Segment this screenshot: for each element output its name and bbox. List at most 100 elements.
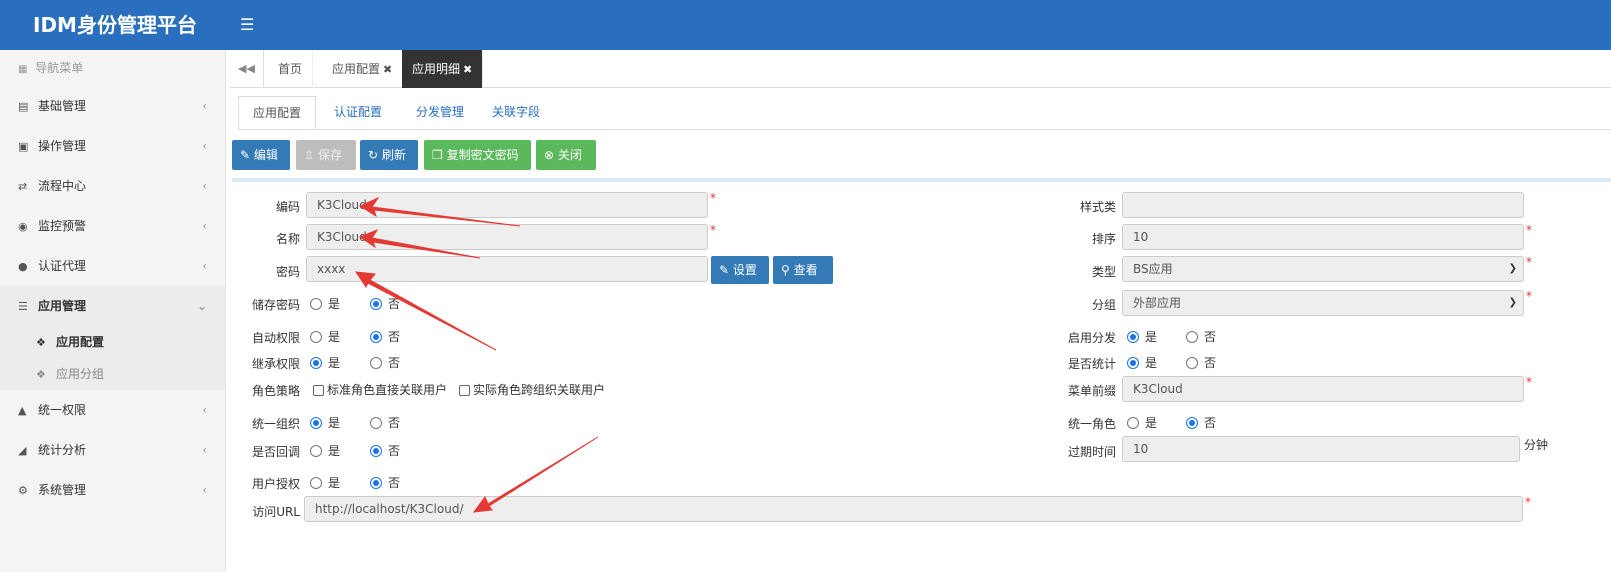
required-mark: * xyxy=(1526,375,1532,389)
statistics-label: 是否统计 xyxy=(1067,357,1116,371)
expire-time-field[interactable]: 10 xyxy=(1122,436,1520,462)
name-field[interactable]: K3Cloud xyxy=(306,224,708,250)
role-strategy-standard-checkbox[interactable]: 标准角色直接关联用户 xyxy=(313,382,447,398)
copy-cipher-password-button[interactable]: ❐ 复制密文密码 xyxy=(424,140,531,170)
sidebar-item-workflow[interactable]: ⇄ 流程中心 ‹ xyxy=(0,166,225,206)
menu-prefix-field[interactable]: K3Cloud xyxy=(1122,376,1524,402)
callback-no-radio[interactable]: 否 xyxy=(370,443,400,459)
eye-icon: ◉ xyxy=(18,220,28,233)
required-mark: * xyxy=(710,191,716,205)
copy-icon: ❐ xyxy=(432,148,447,162)
chevron-left-icon: ‹ xyxy=(202,99,207,113)
sidebar-item-auth-proxy[interactable]: ● 认证代理 ‹ xyxy=(0,246,225,286)
group-label: 分组 xyxy=(1091,298,1116,312)
sidebar-item-permission[interactable]: ▲ 统一权限 ‹ xyxy=(0,390,225,430)
code-field[interactable]: K3Cloud xyxy=(306,192,708,218)
unified-role-yes-radio[interactable]: 是 xyxy=(1127,415,1157,431)
cogs-icon: ⚙ xyxy=(18,484,28,497)
chart-icon: ◢ xyxy=(18,444,27,457)
set-password-button[interactable]: ✎ 设置 xyxy=(711,256,769,284)
close-icon[interactable]: ✖ xyxy=(383,63,392,76)
role-strategy-cross-org-checkbox[interactable]: 实际角色跨组织关联用户 xyxy=(459,382,605,398)
enable-distribution-yes-radio[interactable]: 是 xyxy=(1127,329,1157,345)
chevron-left-icon: ‹ xyxy=(202,443,207,457)
shuffle-icon: ⇄ xyxy=(18,180,28,193)
app-title: IDM身份管理平台 xyxy=(0,0,230,50)
refresh-button[interactable]: ↻ 刷新 xyxy=(360,140,418,170)
role-strategy-label: 角色策略 xyxy=(251,384,300,398)
edit-button[interactable]: ✎ 编辑 xyxy=(232,140,290,170)
sidebar-item-app-management[interactable]: ☰ 应用管理 ⌄ xyxy=(0,286,225,326)
chevron-left-icon: ‹ xyxy=(202,483,207,497)
tab-auth-config[interactable]: 认证配置 xyxy=(320,96,396,130)
hamburger-icon[interactable]: ☰ xyxy=(240,15,254,35)
unified-org-yes-radio[interactable]: 是 xyxy=(310,415,340,431)
refresh-icon: ↻ xyxy=(368,148,382,162)
auto-permission-no-radio[interactable]: 否 xyxy=(370,329,400,345)
inherit-permission-no-radio[interactable]: 否 xyxy=(370,355,400,371)
expire-time-label: 过期时间 xyxy=(1067,445,1116,459)
user-auth-yes-radio[interactable]: 是 xyxy=(310,475,340,491)
tab-related-fields[interactable]: 关联字段 xyxy=(478,96,554,130)
user-auth-no-radio[interactable]: 否 xyxy=(370,475,400,491)
inherit-permission-label: 继承权限 xyxy=(251,357,300,371)
sidebar-item-monitor[interactable]: ◉ 监控预警 ‹ xyxy=(0,206,225,246)
style-class-field[interactable] xyxy=(1122,192,1524,218)
store-password-yes-radio[interactable]: 是 xyxy=(310,296,340,312)
chevron-down-icon: ❯ xyxy=(1508,263,1517,274)
url-label: 访问URL xyxy=(252,505,300,519)
sidebar-item-operation[interactable]: ▣ 操作管理 ‹ xyxy=(0,126,225,166)
users-icon: ● xyxy=(18,260,28,273)
tab-app-config[interactable]: 应用配置 ✖ xyxy=(322,50,404,88)
tab-app-config-detail[interactable]: 应用配置 xyxy=(238,96,317,130)
enable-distribution-no-radio[interactable]: 否 xyxy=(1186,329,1216,345)
auto-permission-yes-radio[interactable]: 是 xyxy=(310,329,340,345)
leaf-icon: ❖ xyxy=(36,368,46,381)
tab-divider xyxy=(238,129,1611,130)
page-tab-bar: ◀◀ 首页 应用配置 ✖ 应用明细 ✖ xyxy=(230,50,1611,88)
tab-app-detail[interactable]: 应用明细 ✖ xyxy=(402,50,484,88)
required-mark: * xyxy=(1526,289,1532,303)
store-password-no-radio[interactable]: 否 xyxy=(370,296,400,312)
sidebar-item-statistics[interactable]: ◢ 统计分析 ‹ xyxy=(0,430,225,470)
statistics-no-radio[interactable]: 否 xyxy=(1186,355,1216,371)
grid-icon: ▦ xyxy=(18,64,28,75)
sidebar-item-basic[interactable]: ▤ 基础管理 ‹ xyxy=(0,86,225,126)
sort-field[interactable]: 10 xyxy=(1122,224,1524,250)
chevron-left-icon: ‹ xyxy=(202,403,207,417)
sort-label: 排序 xyxy=(1091,232,1116,246)
required-mark: * xyxy=(1526,255,1532,269)
callback-yes-radio[interactable]: 是 xyxy=(310,443,340,459)
statistics-yes-radio[interactable]: 是 xyxy=(1127,355,1157,371)
auto-permission-label: 自动权限 xyxy=(251,331,300,345)
sidebar-item-system[interactable]: ⚙ 系统管理 ‹ xyxy=(0,470,225,510)
inherit-permission-yes-radio[interactable]: 是 xyxy=(310,355,340,371)
type-select[interactable]: BS应用 ❯ xyxy=(1122,256,1524,282)
view-password-button[interactable]: ⚲ 查看 xyxy=(773,256,833,284)
close-icon[interactable]: ✖ xyxy=(463,63,472,76)
list-icon: ☰ xyxy=(18,300,28,313)
sidebar-subitem-app-config[interactable]: ❖ 应用配置 xyxy=(0,326,225,358)
required-mark: * xyxy=(710,223,716,237)
unified-role-no-radio[interactable]: 否 xyxy=(1186,415,1216,431)
group-select[interactable]: 外部应用 ❯ xyxy=(1122,290,1524,316)
chevron-left-icon: ‹ xyxy=(202,259,207,273)
tab-distribution[interactable]: 分发管理 xyxy=(402,96,478,130)
store-password-label: 储存密码 xyxy=(251,298,300,312)
leaf-icon: ❖ xyxy=(36,336,46,349)
form-divider xyxy=(232,178,1611,182)
save-button[interactable]: ⇫ 保存 xyxy=(296,140,356,170)
unified-org-no-radio[interactable]: 否 xyxy=(370,415,400,431)
style-class-label: 样式类 xyxy=(1079,200,1116,214)
chevron-left-icon: ‹ xyxy=(202,179,207,193)
edit-icon: ✎ xyxy=(240,148,254,162)
search-icon: ⚲ xyxy=(781,263,794,277)
url-field[interactable]: http://localhost/K3Cloud/ xyxy=(304,496,1523,522)
book-icon: ▣ xyxy=(18,140,29,153)
sidebar-subitem-app-group[interactable]: ❖ 应用分组 xyxy=(0,358,225,390)
tab-home[interactable]: 首页 xyxy=(268,50,314,88)
close-circle-icon: ⊗ xyxy=(544,148,558,162)
double-left-icon[interactable]: ◀◀ xyxy=(230,50,264,88)
password-field[interactable]: xxxx xyxy=(306,256,708,282)
close-button[interactable]: ⊗ 关闭 xyxy=(536,140,596,170)
